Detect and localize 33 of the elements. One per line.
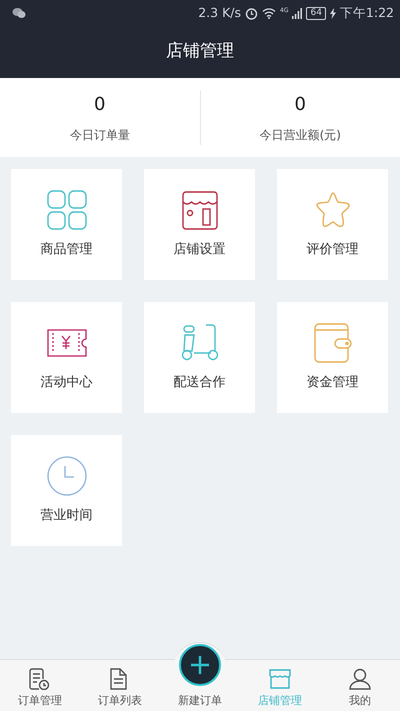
order-clock-icon: [29, 668, 51, 690]
scooter-icon: [180, 322, 220, 363]
stat-value: 0: [294, 93, 306, 117]
clock-icon: [46, 456, 86, 496]
storefront-icon: [180, 190, 220, 230]
status-time: 下午1:22: [340, 4, 394, 22]
signal-icon: [292, 8, 302, 18]
alarm-icon: [245, 6, 258, 20]
wifi-icon: [262, 7, 276, 19]
tab-item[interactable]: 我的: [320, 660, 400, 711]
menu-tile[interactable]: 资金管理: [277, 302, 388, 413]
stat-label: 今日营业额(元): [260, 127, 341, 144]
charging-icon: [330, 8, 336, 18]
menu-tile[interactable]: 活动中心: [11, 302, 122, 413]
wallet-icon: [312, 322, 352, 363]
menu-tile[interactable]: 商品管理: [11, 169, 122, 280]
tab-item[interactable]: 订单列表: [80, 660, 160, 711]
tab-item[interactable]: 新建订单: [160, 644, 240, 711]
stat-value: 0: [94, 93, 106, 117]
plus-icon: [190, 655, 210, 675]
tab-item[interactable]: 订单管理: [0, 660, 80, 711]
menu-tile[interactable]: 店铺设置: [144, 169, 255, 280]
storefront-icon: [269, 668, 291, 690]
battery-level: 64: [306, 6, 326, 20]
stat-label: 今日订单量: [70, 127, 130, 144]
page-title: 店铺管理: [166, 40, 234, 64]
network-speed: 2.3 K/s: [198, 4, 241, 22]
menu-tile[interactable]: 评价管理: [277, 169, 388, 280]
menu-tile[interactable]: 营业时间: [11, 435, 122, 546]
chat-icon: [12, 7, 26, 19]
person-icon: [349, 668, 371, 690]
grid-icon: [46, 190, 86, 230]
menu-tile[interactable]: 配送合作: [144, 302, 255, 413]
